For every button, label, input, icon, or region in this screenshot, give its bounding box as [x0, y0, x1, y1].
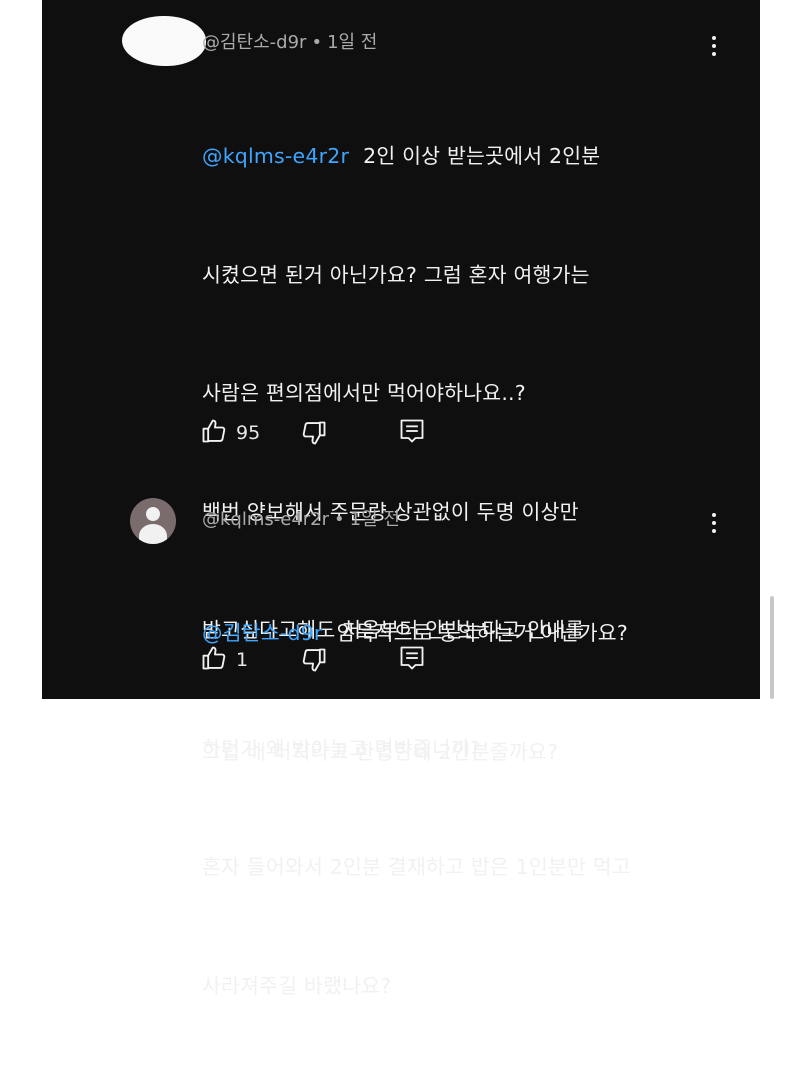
scrollbar[interactable]: [770, 596, 774, 699]
like-count: 95: [236, 422, 261, 444]
meta-separator: •: [334, 509, 345, 530]
comment-line: 시켰으면 된거 아닌가요? 그럼 혼자 여행가는: [202, 262, 590, 287]
mention-link[interactable]: @kqlms-e4r2r: [202, 144, 349, 168]
author-name[interactable]: @김탄소-d9r: [202, 32, 306, 53]
comment-line: 혼자 들어와서 2인분 결재하고 밥은 1인분만 먹고: [202, 855, 631, 879]
like-button[interactable]: [200, 644, 228, 672]
comment-actions: 95: [200, 417, 440, 449]
comment-meta: @김탄소-d9r • 1일 전: [202, 28, 377, 54]
white-avatar-icon[interactable]: [122, 16, 206, 66]
comment-time: 1일 전: [349, 509, 400, 530]
like-count: 1: [236, 649, 249, 671]
thumbs-down-icon: [302, 648, 326, 672]
reply-icon: [400, 646, 424, 670]
reply-button[interactable]: [398, 644, 426, 672]
comment-body: @김탄소-d9r 암묵적으로 동의하는거 아닌가요? 그럼 배 터지라고 한명한테…: [202, 535, 628, 851]
comment-line: 사라져주길 바랬나요?: [202, 973, 392, 998]
author-name[interactable]: @kqlms-e4r2r: [202, 509, 329, 530]
default-person-avatar-icon[interactable]: [130, 498, 176, 544]
comment-line: 사람은 편의점에서만 먹어야하나요..?: [202, 381, 526, 405]
comment-actions: 1: [200, 644, 440, 676]
more-vertical-icon[interactable]: [704, 34, 724, 60]
comments-screen: @김탄소-d9r • 1일 전 @kqlms-e4r2r 2인 이상 받는곳에서 2인…: [42, 0, 760, 998]
like-button[interactable]: [200, 417, 228, 445]
comment-line: @kqlms-e4r2r 2인 이상 받는곳에서 2인분: [202, 144, 601, 168]
more-vertical-icon[interactable]: [704, 511, 724, 537]
comment-meta: @kqlms-e4r2r • 1일 전: [202, 505, 400, 531]
mention-link[interactable]: @김탄소-d9r: [202, 621, 323, 645]
thumbs-up-icon: [202, 419, 226, 443]
meta-separator: •: [311, 32, 323, 53]
reply-icon: [400, 419, 424, 443]
comment-time: 1일 전: [327, 32, 378, 53]
comment-line: 그럼 배 터지라고 한명한테 2인분줄까요?: [202, 739, 559, 764]
thumbs-down-icon: [302, 421, 326, 445]
dislike-button[interactable]: [300, 419, 328, 447]
dislike-button[interactable]: [300, 646, 328, 674]
reply-button[interactable]: [398, 417, 426, 445]
thumbs-up-icon: [202, 646, 226, 670]
